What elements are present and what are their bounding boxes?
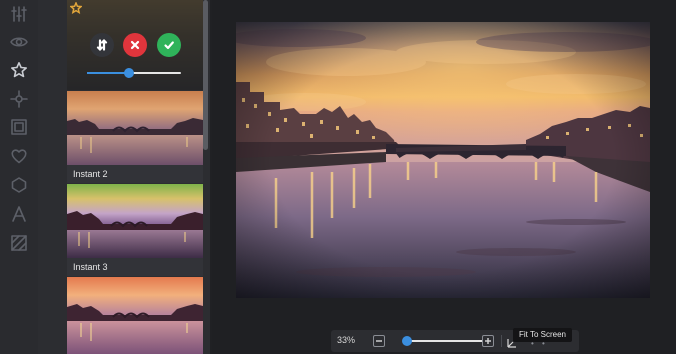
image-canvas bbox=[212, 0, 676, 354]
filter-thumbnail bbox=[67, 184, 203, 258]
edited-photo[interactable] bbox=[236, 22, 650, 298]
fit-to-screen-tooltip: Fit To Screen bbox=[513, 328, 572, 342]
zoom-slider-handle[interactable] bbox=[402, 336, 412, 346]
filter-thumbnail bbox=[67, 91, 203, 165]
intensity-fill bbox=[87, 72, 130, 74]
minus-icon bbox=[376, 340, 382, 342]
filter-label: Instant 2 bbox=[67, 165, 203, 183]
close-icon bbox=[130, 40, 140, 50]
arrows-icon bbox=[96, 39, 108, 51]
check-icon bbox=[164, 41, 174, 50]
heart-icon[interactable] bbox=[9, 146, 29, 166]
adjust-sliders-icon[interactable] bbox=[9, 4, 29, 24]
zoom-slider[interactable] bbox=[402, 336, 483, 346]
filter-label: Instant 3 bbox=[67, 258, 203, 276]
filter-item[interactable] bbox=[67, 277, 203, 354]
toolbar-divider bbox=[501, 335, 502, 347]
active-filter-card bbox=[67, 0, 203, 90]
filter-item[interactable]: Instant 2 bbox=[67, 91, 203, 183]
shape-icon[interactable] bbox=[9, 175, 29, 195]
zoom-percentage: 33% bbox=[337, 335, 356, 345]
filter-panel: Instant 2 Instant 3 bbox=[38, 0, 210, 354]
plus-icon bbox=[485, 338, 491, 344]
apply-button[interactable] bbox=[157, 33, 181, 57]
tool-rail bbox=[0, 0, 39, 354]
filter-item[interactable]: Instant 3 bbox=[67, 184, 203, 276]
eye-icon[interactable] bbox=[9, 32, 29, 52]
cancel-button[interactable] bbox=[123, 33, 147, 57]
star-icon[interactable] bbox=[9, 60, 29, 80]
text-icon[interactable] bbox=[9, 204, 29, 224]
frame-icon[interactable] bbox=[9, 117, 29, 137]
favorite-star-icon[interactable] bbox=[69, 1, 83, 15]
compare-button[interactable] bbox=[90, 33, 114, 57]
focus-icon[interactable] bbox=[9, 89, 29, 109]
intensity-slider[interactable] bbox=[87, 68, 181, 78]
zoom-out-button[interactable] bbox=[373, 335, 385, 347]
panel-scrollbar[interactable] bbox=[203, 0, 208, 150]
zoom-in-button[interactable] bbox=[482, 335, 494, 347]
texture-icon[interactable] bbox=[9, 233, 29, 253]
filter-thumbnail bbox=[67, 277, 203, 354]
